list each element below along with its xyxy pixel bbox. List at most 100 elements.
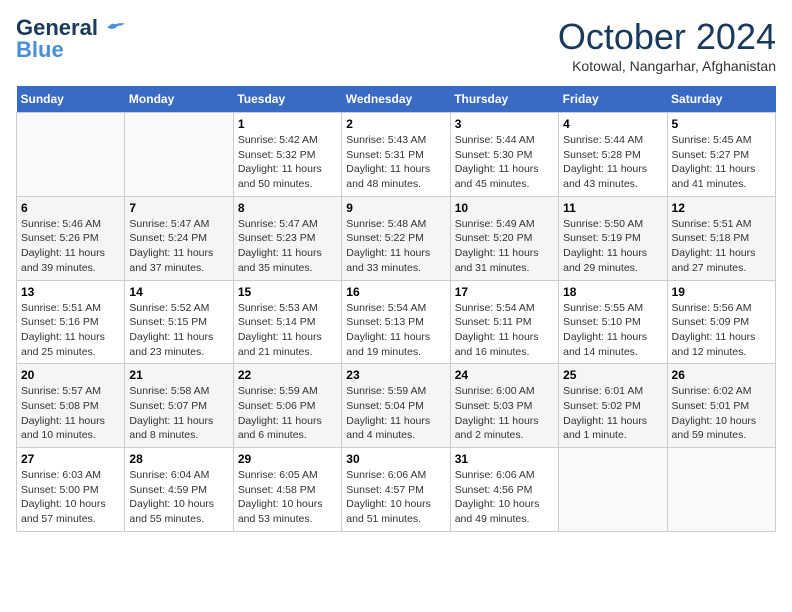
day-number: 11 (563, 201, 662, 215)
calendar-cell: 27 Sunrise: 6:03 AMSunset: 5:00 PMDayligh… (17, 448, 125, 532)
calendar-cell (667, 448, 775, 532)
day-info: Sunrise: 5:46 AMSunset: 5:26 PMDaylight:… (21, 217, 120, 276)
day-info: Sunrise: 5:48 AMSunset: 5:22 PMDaylight:… (346, 217, 445, 276)
day-number: 22 (238, 368, 337, 382)
col-header-saturday: Saturday (667, 86, 775, 113)
day-info: Sunrise: 6:06 AMSunset: 4:57 PMDaylight:… (346, 468, 445, 527)
day-number: 16 (346, 285, 445, 299)
calendar-cell (559, 448, 667, 532)
day-info: Sunrise: 5:47 AMSunset: 5:24 PMDaylight:… (129, 217, 228, 276)
day-number: 15 (238, 285, 337, 299)
calendar-cell: 25 Sunrise: 6:01 AMSunset: 5:02 PMDayligh… (559, 364, 667, 448)
calendar-cell: 7 Sunrise: 5:47 AMSunset: 5:24 PMDaylight… (125, 196, 233, 280)
day-number: 6 (21, 201, 120, 215)
calendar-cell: 9 Sunrise: 5:48 AMSunset: 5:22 PMDaylight… (342, 196, 450, 280)
calendar-cell (17, 113, 125, 197)
calendar-cell: 8 Sunrise: 5:47 AMSunset: 5:23 PMDaylight… (233, 196, 341, 280)
title-section: October 2024 Kotowal, Nangarhar, Afghani… (558, 16, 776, 74)
calendar-cell: 20 Sunrise: 5:57 AMSunset: 5:08 PMDayligh… (17, 364, 125, 448)
day-number: 26 (672, 368, 771, 382)
logo: General Blue (16, 16, 126, 62)
day-info: Sunrise: 5:44 AMSunset: 5:30 PMDaylight:… (455, 133, 554, 192)
day-info: Sunrise: 5:52 AMSunset: 5:15 PMDaylight:… (129, 301, 228, 360)
calendar-cell: 29 Sunrise: 6:05 AMSunset: 4:58 PMDayligh… (233, 448, 341, 532)
day-number: 18 (563, 285, 662, 299)
day-info: Sunrise: 6:03 AMSunset: 5:00 PMDaylight:… (21, 468, 120, 527)
day-number: 29 (238, 452, 337, 466)
day-number: 24 (455, 368, 554, 382)
day-info: Sunrise: 5:47 AMSunset: 5:23 PMDaylight:… (238, 217, 337, 276)
calendar-cell: 11 Sunrise: 5:50 AMSunset: 5:19 PMDayligh… (559, 196, 667, 280)
calendar-cell: 15 Sunrise: 5:53 AMSunset: 5:14 PMDayligh… (233, 280, 341, 364)
day-number: 10 (455, 201, 554, 215)
calendar-week-3: 13Sunrise: 5:51 AMSunset: 5:16 PMDayligh… (17, 280, 776, 364)
day-info: Sunrise: 5:53 AMSunset: 5:14 PMDaylight:… (238, 301, 337, 360)
day-info: Sunrise: 5:58 AMSunset: 5:07 PMDaylight:… (129, 384, 228, 443)
day-number: 17 (455, 285, 554, 299)
month-title: October 2024 (558, 16, 776, 58)
day-number: 8 (238, 201, 337, 215)
calendar-table: SundayMondayTuesdayWednesdayThursdayFrid… (16, 86, 776, 532)
location: Kotowal, Nangarhar, Afghanistan (558, 58, 776, 74)
day-info: Sunrise: 5:43 AMSunset: 5:31 PMDaylight:… (346, 133, 445, 192)
calendar-cell: 4 Sunrise: 5:44 AMSunset: 5:28 PMDaylight… (559, 113, 667, 197)
day-info: Sunrise: 5:51 AMSunset: 5:18 PMDaylight:… (672, 217, 771, 276)
calendar-week-5: 27 Sunrise: 6:03 AMSunset: 5:00 PMDayligh… (17, 448, 776, 532)
day-number: 9 (346, 201, 445, 215)
col-header-friday: Friday (559, 86, 667, 113)
calendar-cell: 1Sunrise: 5:42 AMSunset: 5:32 PMDaylight… (233, 113, 341, 197)
day-info: Sunrise: 5:49 AMSunset: 5:20 PMDaylight:… (455, 217, 554, 276)
calendar-cell: 31 Sunrise: 6:06 AMSunset: 4:56 PMDayligh… (450, 448, 558, 532)
day-info: Sunrise: 5:44 AMSunset: 5:28 PMDaylight:… (563, 133, 662, 192)
col-header-sunday: Sunday (17, 86, 125, 113)
day-number: 7 (129, 201, 228, 215)
day-number: 20 (21, 368, 120, 382)
day-number: 28 (129, 452, 228, 466)
day-number: 25 (563, 368, 662, 382)
calendar-cell: 24 Sunrise: 6:00 AMSunset: 5:03 PMDayligh… (450, 364, 558, 448)
calendar-cell: 5Sunrise: 5:45 AMSunset: 5:27 PMDaylight… (667, 113, 775, 197)
calendar-cell: 28 Sunrise: 6:04 AMSunset: 4:59 PMDayligh… (125, 448, 233, 532)
calendar-cell: 17 Sunrise: 5:54 AMSunset: 5:11 PMDayligh… (450, 280, 558, 364)
day-number: 23 (346, 368, 445, 382)
calendar-header-row: SundayMondayTuesdayWednesdayThursdayFrid… (17, 86, 776, 113)
day-number: 2 (346, 117, 445, 131)
day-number: 31 (455, 452, 554, 466)
calendar-cell: 10 Sunrise: 5:49 AMSunset: 5:20 PMDayligh… (450, 196, 558, 280)
day-number: 27 (21, 452, 120, 466)
day-info: Sunrise: 6:04 AMSunset: 4:59 PMDaylight:… (129, 468, 228, 527)
calendar-cell: 3Sunrise: 5:44 AMSunset: 5:30 PMDaylight… (450, 113, 558, 197)
day-info: Sunrise: 6:00 AMSunset: 5:03 PMDaylight:… (455, 384, 554, 443)
day-info: Sunrise: 5:54 AMSunset: 5:11 PMDaylight:… (455, 301, 554, 360)
calendar-week-4: 20 Sunrise: 5:57 AMSunset: 5:08 PMDayligh… (17, 364, 776, 448)
day-info: Sunrise: 5:55 AMSunset: 5:10 PMDaylight:… (563, 301, 662, 360)
page-header: General Blue October 2024 Kotowal, Nanga… (16, 16, 776, 74)
day-info: Sunrise: 5:54 AMSunset: 5:13 PMDaylight:… (346, 301, 445, 360)
day-info: Sunrise: 6:06 AMSunset: 4:56 PMDaylight:… (455, 468, 554, 527)
day-info: Sunrise: 5:57 AMSunset: 5:08 PMDaylight:… (21, 384, 120, 443)
day-info: Sunrise: 5:59 AMSunset: 5:04 PMDaylight:… (346, 384, 445, 443)
calendar-week-2: 6 Sunrise: 5:46 AMSunset: 5:26 PMDaylight… (17, 196, 776, 280)
day-number: 21 (129, 368, 228, 382)
calendar-cell: 18 Sunrise: 5:55 AMSunset: 5:10 PMDayligh… (559, 280, 667, 364)
day-info: Sunrise: 5:50 AMSunset: 5:19 PMDaylight:… (563, 217, 662, 276)
logo-blue: Blue (16, 38, 64, 62)
calendar-cell: 30 Sunrise: 6:06 AMSunset: 4:57 PMDayligh… (342, 448, 450, 532)
calendar-cell: 26 Sunrise: 6:02 AMSunset: 5:01 PMDayligh… (667, 364, 775, 448)
day-info: Sunrise: 6:05 AMSunset: 4:58 PMDaylight:… (238, 468, 337, 527)
calendar-cell (125, 113, 233, 197)
col-header-monday: Monday (125, 86, 233, 113)
day-number: 4 (563, 117, 662, 131)
calendar-cell: 13Sunrise: 5:51 AMSunset: 5:16 PMDayligh… (17, 280, 125, 364)
day-number: 14 (129, 285, 228, 299)
calendar-cell: 14 Sunrise: 5:52 AMSunset: 5:15 PMDayligh… (125, 280, 233, 364)
day-number: 5 (672, 117, 771, 131)
col-header-wednesday: Wednesday (342, 86, 450, 113)
day-info: Sunrise: 6:02 AMSunset: 5:01 PMDaylight:… (672, 384, 771, 443)
day-number: 19 (672, 285, 771, 299)
day-info: Sunrise: 5:51 AMSunset: 5:16 PMDaylight:… (21, 301, 120, 360)
col-header-thursday: Thursday (450, 86, 558, 113)
day-info: Sunrise: 6:01 AMSunset: 5:02 PMDaylight:… (563, 384, 662, 443)
calendar-cell: 23 Sunrise: 5:59 AMSunset: 5:04 PMDayligh… (342, 364, 450, 448)
day-number: 30 (346, 452, 445, 466)
